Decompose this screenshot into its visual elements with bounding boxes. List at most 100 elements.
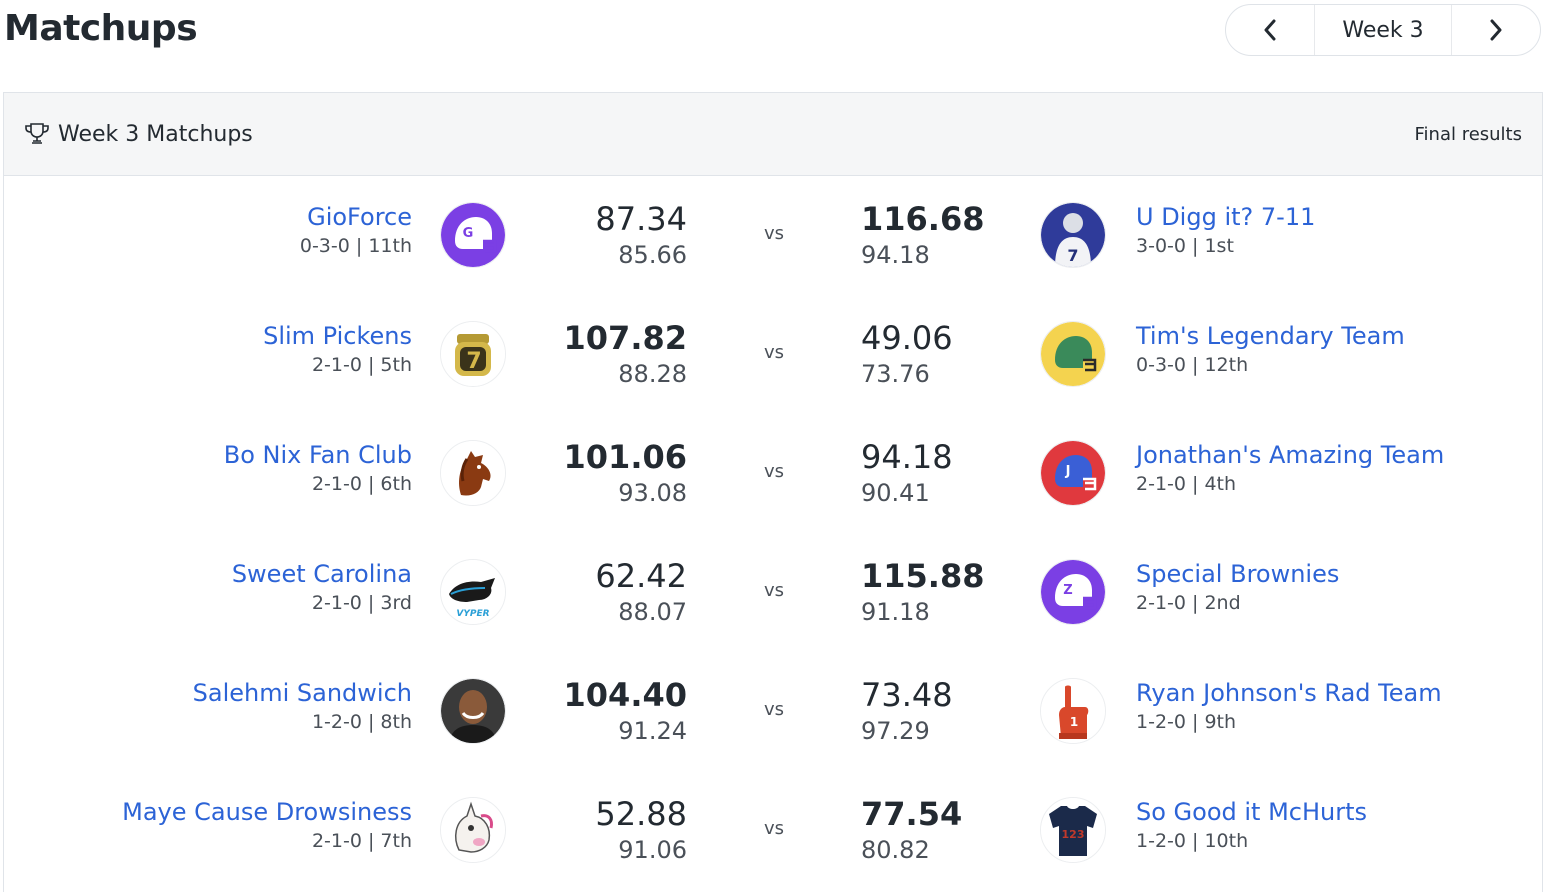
projected-score: 91.18 bbox=[861, 598, 930, 626]
team-avatar[interactable]: VYPER bbox=[440, 559, 506, 625]
foam-finger-icon: 1 bbox=[1041, 679, 1105, 743]
team-avatar[interactable]: 7 bbox=[440, 321, 506, 387]
svg-text:G: G bbox=[463, 226, 474, 241]
team-avatar[interactable] bbox=[440, 678, 506, 744]
team-record: 3-0-0 | 1st bbox=[1136, 235, 1234, 257]
team-score: 116.68 bbox=[861, 200, 985, 238]
helmet-logo-icon: G bbox=[441, 203, 505, 267]
projected-score: 97.29 bbox=[861, 717, 930, 745]
team-record: 2-1-0 | 5th bbox=[311, 354, 412, 376]
team-avatar[interactable]: 123 bbox=[1040, 797, 1106, 863]
ring-logo-icon: 7 bbox=[441, 322, 505, 386]
team-name-link[interactable]: GioForce bbox=[300, 201, 412, 233]
team-name-link[interactable]: So Good it McHurts bbox=[1136, 796, 1367, 828]
svg-text:1: 1 bbox=[1070, 715, 1078, 729]
team-score: 52.88 bbox=[595, 795, 687, 833]
jersey-logo-icon: 123 bbox=[1041, 798, 1105, 862]
team-name-link[interactable]: Maye Cause Drowsiness bbox=[122, 796, 412, 828]
team-name-link[interactable]: Special Brownies bbox=[1136, 558, 1339, 590]
projected-score: 91.06 bbox=[618, 836, 687, 864]
projected-score: 88.28 bbox=[618, 360, 687, 388]
projected-score: 94.18 bbox=[861, 241, 930, 269]
team-score: 115.88 bbox=[861, 557, 985, 595]
svg-text:J: J bbox=[1065, 464, 1071, 479]
matchup-row: GioForce 0-3-0 | 11th G 87.34 85.66 vs 1… bbox=[4, 177, 1544, 296]
matchup-row: Maye Cause Drowsiness 2-1-0 | 7th 52.88 … bbox=[4, 772, 1544, 891]
projected-score: 93.08 bbox=[618, 479, 687, 507]
team-record: 1-2-0 | 10th bbox=[1136, 830, 1249, 852]
team-avatar[interactable]: Z bbox=[1040, 559, 1106, 625]
projected-score: 91.24 bbox=[618, 717, 687, 745]
projected-score: 80.82 bbox=[861, 836, 930, 864]
team-name-link[interactable]: Slim Pickens bbox=[263, 320, 412, 352]
page-title: Matchups bbox=[4, 8, 198, 49]
matchup-row: Bo Nix Fan Club 2-1-0 | 6th 101.06 93.08… bbox=[4, 415, 1544, 534]
helmet-logo-icon: J bbox=[1041, 441, 1105, 505]
svg-text:7: 7 bbox=[466, 349, 481, 374]
team-score: 62.42 bbox=[595, 557, 687, 595]
matchup-row: Slim Pickens 2-1-0 | 5th 7 107.82 88.28 … bbox=[4, 296, 1544, 415]
team-score: 101.06 bbox=[563, 438, 687, 476]
prev-week-button[interactable] bbox=[1226, 5, 1314, 55]
vs-label: vs bbox=[764, 461, 785, 482]
team-name-link[interactable]: Salehmi Sandwich bbox=[193, 677, 412, 709]
panel-title: Week 3 Matchups bbox=[24, 122, 253, 147]
trophy-icon bbox=[25, 123, 49, 144]
projected-score: 73.76 bbox=[861, 360, 930, 388]
team-avatar[interactable]: J bbox=[1040, 440, 1106, 506]
team-name-link[interactable]: U Digg it? 7-11 bbox=[1136, 201, 1315, 233]
team-name-link[interactable]: Jonathan's Amazing Team bbox=[1136, 439, 1444, 471]
team-avatar[interactable] bbox=[440, 797, 506, 863]
team-avatar[interactable] bbox=[1040, 321, 1106, 387]
team-score: 73.48 bbox=[861, 676, 953, 714]
team-record: 1-2-0 | 8th bbox=[311, 711, 412, 733]
next-week-button[interactable] bbox=[1452, 5, 1540, 55]
matchups-panel: Week 3 Matchups Final results GioForce 0… bbox=[3, 92, 1543, 892]
week-label[interactable]: Week 3 bbox=[1314, 5, 1452, 55]
team-score: 104.40 bbox=[563, 676, 687, 714]
svg-text:123: 123 bbox=[1062, 828, 1085, 841]
vs-label: vs bbox=[764, 818, 785, 839]
team-score: 87.34 bbox=[595, 200, 687, 238]
panel-title-text: Week 3 Matchups bbox=[58, 121, 253, 147]
chevron-left-icon bbox=[1264, 19, 1276, 41]
team-score: 77.54 bbox=[861, 795, 963, 833]
team-avatar[interactable]: 1 bbox=[1040, 678, 1106, 744]
vs-label: vs bbox=[764, 342, 785, 363]
team-name-link[interactable]: Sweet Carolina bbox=[232, 558, 412, 590]
person-photo-icon bbox=[441, 679, 505, 743]
team-record: 2-1-0 | 7th bbox=[311, 830, 412, 852]
team-record: 0-3-0 | 12th bbox=[1136, 354, 1249, 376]
team-record: 2-1-0 | 2nd bbox=[1136, 592, 1241, 614]
helmet-logo-icon: Z bbox=[1041, 560, 1105, 624]
team-name-link[interactable]: Ryan Johnson's Rad Team bbox=[1136, 677, 1442, 709]
player-photo-icon: 7 bbox=[1041, 203, 1105, 267]
team-score: 107.82 bbox=[563, 319, 687, 357]
vs-label: vs bbox=[764, 580, 785, 601]
svg-text:VYPER: VYPER bbox=[456, 609, 489, 619]
projected-score: 85.66 bbox=[618, 241, 687, 269]
unicorn-logo-icon bbox=[441, 798, 505, 862]
panel-header: Week 3 Matchups Final results bbox=[4, 93, 1542, 176]
projected-score: 88.07 bbox=[618, 598, 687, 626]
team-avatar[interactable] bbox=[440, 440, 506, 506]
horse-logo-icon bbox=[441, 441, 505, 505]
vs-label: vs bbox=[764, 223, 785, 244]
panther-logo-icon: VYPER bbox=[441, 560, 505, 624]
matchup-row: Sweet Carolina 2-1-0 | 3rd VYPER 62.42 8… bbox=[4, 534, 1544, 653]
team-record: 2-1-0 | 3rd bbox=[311, 592, 412, 614]
team-record: 2-1-0 | 4th bbox=[1136, 473, 1237, 495]
team-score: 49.06 bbox=[861, 319, 953, 357]
helmet-logo-icon bbox=[1041, 322, 1105, 386]
svg-text:7: 7 bbox=[1067, 246, 1078, 265]
svg-text:Z: Z bbox=[1063, 583, 1072, 598]
team-name-link[interactable]: Tim's Legendary Team bbox=[1136, 320, 1405, 352]
team-avatar[interactable]: G bbox=[440, 202, 506, 268]
team-record: 0-3-0 | 11th bbox=[299, 235, 412, 257]
team-avatar[interactable]: 7 bbox=[1040, 202, 1106, 268]
team-record: 1-2-0 | 9th bbox=[1136, 711, 1237, 733]
team-name-link[interactable]: Bo Nix Fan Club bbox=[224, 439, 412, 471]
week-selector: Week 3 bbox=[1225, 4, 1541, 56]
matchup-row: Salehmi Sandwich 1-2-0 | 8th 104.40 91.2… bbox=[4, 653, 1544, 772]
team-record: 2-1-0 | 6th bbox=[311, 473, 412, 495]
